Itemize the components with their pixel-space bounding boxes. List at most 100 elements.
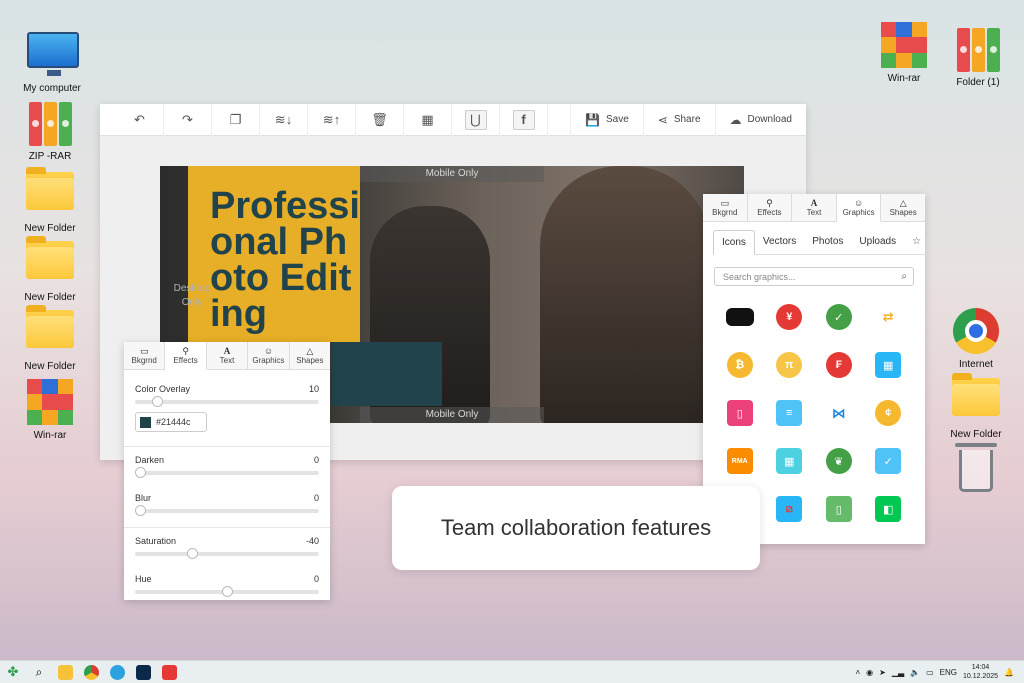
- wifi-icon[interactable]: ▁▃: [892, 668, 904, 677]
- acrobat-icon: [161, 664, 177, 680]
- share-button[interactable]: ⋖ Share: [642, 103, 715, 136]
- tab-bkgrnd[interactable]: ▭ Bkgrnd: [124, 342, 166, 369]
- battery-icon[interactable]: ▭: [926, 668, 934, 677]
- mobile-money-icon[interactable]: ▯: [825, 496, 852, 522]
- tab-text[interactable]: A Text: [207, 342, 249, 369]
- magnet-button[interactable]: ⋃: [452, 103, 500, 136]
- desktop-icon-new-folder-2[interactable]: New Folder: [15, 235, 85, 303]
- tab-shapes[interactable]: △ Shapes: [290, 342, 330, 369]
- saturation-slider[interactable]: [135, 548, 319, 559]
- tab-text[interactable]: A Text: [792, 194, 837, 221]
- slider-knob[interactable]: [186, 548, 198, 559]
- darken-slider[interactable]: [135, 467, 319, 478]
- desktop-icon-new-folder-1[interactable]: New Folder: [15, 166, 85, 234]
- clock[interactable]: 14:04 10.12.2025: [963, 663, 998, 681]
- tab-bkgrnd[interactable]: ▭ Bkgrnd: [703, 194, 748, 221]
- duplicate-button[interactable]: ❐: [212, 103, 260, 136]
- desktop-icon-label: Win-rar: [887, 73, 921, 84]
- send-backward-button[interactable]: ≋↓: [260, 103, 308, 136]
- no-card-icon[interactable]: ⧄: [776, 496, 803, 522]
- mobile-payment-icon[interactable]: ▯: [726, 400, 753, 426]
- graphics-search-input[interactable]: Search graphics... ⌕: [714, 267, 914, 286]
- yen-coin-icon[interactable]: ¥: [776, 304, 803, 330]
- atm-sign-icon[interactable]: RMA: [726, 448, 753, 474]
- telegram-tray-icon[interactable]: ➤: [879, 668, 886, 677]
- save-icon: 💾: [585, 112, 600, 127]
- search-icon: ⌕: [901, 271, 907, 282]
- invoice-check-icon[interactable]: ✓: [875, 448, 902, 474]
- desktop-icon-win-rar-right[interactable]: Win-rar: [869, 20, 939, 84]
- desktop-icon-recycle-bin[interactable]: [941, 443, 1011, 501]
- desktop-icon-folder-1[interactable]: Folder (1): [943, 26, 1013, 88]
- desktop-icon-label: New Folder: [24, 292, 76, 303]
- tab-graphics[interactable]: ☺ Graphics: [836, 194, 882, 222]
- save-button[interactable]: 💾 Save: [570, 103, 643, 136]
- blur-slider[interactable]: [135, 505, 319, 516]
- desktop-icon-new-folder-right[interactable]: New Folder: [941, 372, 1011, 440]
- slider-knob[interactable]: [221, 586, 233, 597]
- headline-text[interactable]: Professional Photo Editing: [210, 187, 360, 333]
- keypad-icon[interactable]: ▦: [875, 352, 902, 378]
- subtab-uploads[interactable]: Uploads: [851, 230, 905, 255]
- subtab-favorites[interactable]: ☆: [904, 230, 930, 255]
- volume-icon[interactable]: 🔈: [910, 668, 920, 677]
- desktop-icon-zip-rar[interactable]: ZIP -RAR: [15, 100, 85, 162]
- hue-slider[interactable]: [135, 586, 319, 597]
- bring-forward-button[interactable]: ≋↑: [308, 103, 356, 136]
- acrobat-button[interactable]: [156, 661, 182, 683]
- redo-button[interactable]: ↷: [164, 103, 212, 136]
- photoshop-button[interactable]: [130, 661, 156, 683]
- start-button[interactable]: ✤: [0, 661, 26, 683]
- check-circle-icon[interactable]: ✓: [825, 304, 852, 330]
- slider-knob[interactable]: [135, 467, 146, 478]
- calculator-icon[interactable]: ▦: [776, 448, 803, 474]
- network-share-icon[interactable]: ⋈: [825, 400, 852, 426]
- desktop-icon-my-computer[interactable]: My computer: [17, 28, 87, 94]
- download-button[interactable]: ☁ Download: [714, 103, 806, 136]
- sofa-icon[interactable]: [725, 308, 754, 326]
- facebook-preview-button[interactable]: f: [500, 103, 548, 136]
- green-box-icon[interactable]: ◧: [875, 496, 902, 522]
- subtab-vectors[interactable]: Vectors: [754, 230, 805, 255]
- delete-button[interactable]: 🗑: [356, 103, 404, 136]
- currency-exchange-icon[interactable]: ⇄: [875, 304, 902, 330]
- franc-coin-icon[interactable]: ₣: [825, 352, 852, 378]
- darken-value: 0: [313, 455, 319, 465]
- leaf-coin-icon[interactable]: ❦: [825, 448, 852, 474]
- tab-graphics[interactable]: ☺ Graphics: [248, 342, 290, 369]
- subtab-icons[interactable]: Icons: [713, 230, 755, 255]
- notification-bell-icon[interactable]: 🔔: [1004, 668, 1014, 677]
- pi-coin-icon[interactable]: π: [776, 352, 803, 378]
- desktop-icon-label: New Folder: [24, 361, 76, 372]
- desktop-icon-internet[interactable]: Internet: [941, 306, 1011, 370]
- overlay-color-picker[interactable]: #21444c: [135, 412, 207, 432]
- teal-shape-block[interactable]: [332, 342, 442, 406]
- bitcoin-coin-icon[interactable]: ₿: [726, 352, 753, 378]
- tab-effects[interactable]: ⚲ Effects: [748, 194, 793, 221]
- tab-shapes[interactable]: △ Shapes: [881, 194, 925, 221]
- network-icon[interactable]: ◉: [866, 668, 873, 677]
- telegram-button[interactable]: [104, 661, 130, 683]
- desktop-icon-new-folder-3[interactable]: New Folder: [15, 304, 85, 372]
- desktop-icon-win-rar[interactable]: Win-rar: [15, 377, 85, 441]
- darken-label: Darken: [135, 455, 165, 465]
- chevron-up-icon[interactable]: ˄: [855, 668, 860, 677]
- tab-effects[interactable]: ⚲ Effects: [165, 342, 207, 370]
- grid-button[interactable]: ▦: [404, 103, 452, 136]
- undo-button[interactable]: ↶: [116, 103, 164, 136]
- chrome-icon: [83, 664, 99, 680]
- language-indicator[interactable]: ENG: [940, 668, 957, 677]
- image-icon: ▭: [720, 198, 730, 208]
- coin-hand-icon[interactable]: ¢: [875, 400, 902, 426]
- file-explorer-button[interactable]: [52, 661, 78, 683]
- winrar-icon: [25, 379, 75, 427]
- color-overlay-slider[interactable]: [135, 396, 319, 407]
- divider: [124, 527, 330, 528]
- search-button[interactable]: ⌕: [26, 661, 52, 683]
- slider-knob[interactable]: [135, 505, 146, 516]
- slider-knob[interactable]: [152, 396, 164, 407]
- chrome-button[interactable]: [78, 661, 104, 683]
- document-coin-icon[interactable]: ≡: [776, 400, 803, 426]
- taskbar: ✤ ⌕ ˄ ◉ ➤ ▁▃ 🔈 ▭ ENG 14:04 10.12.2025 🔔: [0, 660, 1024, 683]
- subtab-photos[interactable]: Photos: [804, 230, 852, 255]
